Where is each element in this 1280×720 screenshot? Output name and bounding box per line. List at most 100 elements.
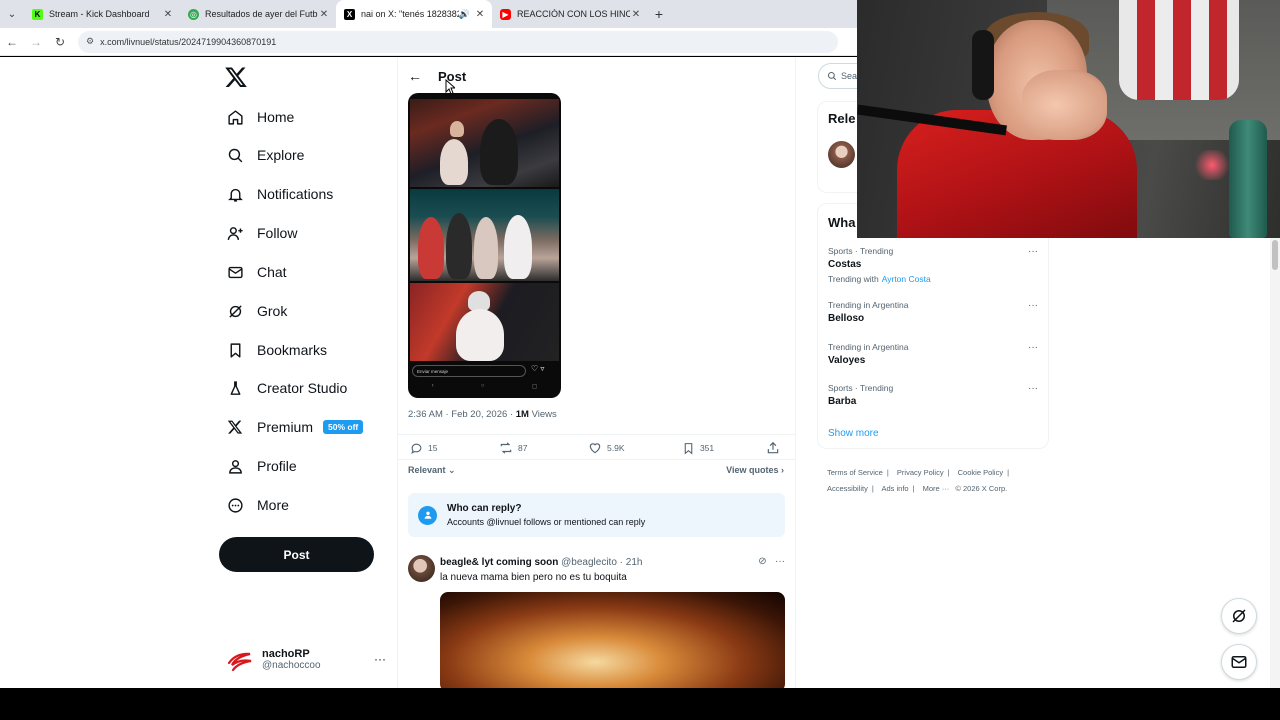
close-icon[interactable]: ✕ bbox=[474, 9, 486, 20]
more-icon[interactable]: ··· bbox=[1028, 383, 1038, 394]
divider bbox=[398, 459, 795, 460]
trend-name: Belloso bbox=[828, 313, 865, 324]
trends-title: Wha bbox=[828, 215, 856, 230]
account-switcher[interactable]: nachoRP @nachoccoo ··· bbox=[226, 641, 386, 677]
avatar[interactable] bbox=[828, 141, 855, 168]
trends-card bbox=[817, 203, 1049, 449]
sidebar-item-profile[interactable]: Profile bbox=[226, 453, 297, 479]
more-icon[interactable]: ··· bbox=[374, 652, 386, 666]
speaker-icon[interactable]: 🔊 bbox=[459, 9, 470, 20]
more-icon[interactable]: ··· bbox=[1028, 300, 1038, 311]
relevant-label: Relevant bbox=[408, 465, 446, 475]
back-icon[interactable]: ← bbox=[0, 35, 24, 49]
forward-icon[interactable]: → bbox=[24, 35, 48, 49]
sidebar-item-label: More bbox=[257, 497, 289, 513]
reply-tools: ⊘ ··· bbox=[758, 556, 785, 567]
tab-x-post[interactable]: X nai on X: "tenés 18283829 🔊 ✕ bbox=[336, 0, 492, 28]
show-more-link[interactable]: Show more bbox=[828, 428, 879, 439]
sidebar-item-creator-studio[interactable]: Creator Studio bbox=[226, 375, 347, 401]
sidebar-item-notifications[interactable]: Notifications bbox=[226, 181, 333, 207]
grok-icon[interactable]: ⊘ bbox=[758, 556, 766, 567]
share-button[interactable] bbox=[766, 441, 785, 455]
grok-float-button[interactable] bbox=[1221, 598, 1257, 634]
close-icon[interactable]: ✕ bbox=[630, 9, 642, 20]
like-button[interactable]: 5.9K bbox=[588, 441, 682, 455]
bookmark-button[interactable]: 351 bbox=[682, 442, 766, 455]
terms-link[interactable]: Terms of Service bbox=[827, 468, 883, 477]
bell-icon bbox=[226, 185, 244, 203]
home-icon bbox=[226, 108, 244, 126]
x-icon: X bbox=[344, 8, 355, 20]
site-info-icon[interactable]: ⚙ bbox=[86, 36, 94, 47]
search-icon bbox=[827, 71, 837, 81]
more-link[interactable]: More ··· bbox=[923, 484, 950, 493]
reply-media-image[interactable] bbox=[440, 592, 785, 688]
url-input[interactable]: ⚙ x.com/livnuel/status/20247199043608701… bbox=[78, 30, 838, 53]
avatar[interactable] bbox=[408, 555, 435, 582]
x-logo-icon[interactable] bbox=[224, 65, 248, 89]
post-media-image[interactable]: Enviar mensaje ♡ ▿ ‹ ○ ▢ bbox=[408, 93, 561, 398]
sidebar-item-label: Premium bbox=[257, 419, 314, 435]
trend-item[interactable]: Trending in Argentina Valoyes ··· bbox=[828, 342, 1038, 366]
repost-count: 87 bbox=[518, 443, 528, 453]
tab-label: REACCIÓN CON LOS HINCHAS bbox=[517, 9, 630, 19]
trend-context: Trending in Argentina bbox=[828, 300, 909, 310]
trend-item[interactable]: Sports · Trending Barba ··· bbox=[828, 383, 1038, 407]
view-quotes-link[interactable]: View quotes › bbox=[726, 465, 784, 476]
url-text: x.com/livnuel/status/2024719904360870191 bbox=[100, 36, 277, 47]
sidebar-item-premium[interactable]: Premium 50% off bbox=[226, 414, 364, 440]
reply-button[interactable]: 15 bbox=[410, 442, 499, 455]
x-icon bbox=[226, 418, 244, 436]
new-tab-icon[interactable]: + bbox=[648, 6, 670, 22]
accessibility-link[interactable]: Accessibility bbox=[827, 484, 868, 493]
back-arrow-icon[interactable]: ← bbox=[400, 68, 430, 84]
trend-with-link[interactable]: Ayrton Costa bbox=[882, 274, 931, 284]
sidebar-item-label: Profile bbox=[257, 458, 297, 474]
close-icon[interactable]: ✕ bbox=[318, 9, 330, 20]
tab-kick-dashboard[interactable]: K Stream - Kick Dashboard ✕ bbox=[24, 0, 180, 28]
sidebar-item-follow[interactable]: Follow bbox=[226, 220, 297, 246]
close-icon[interactable]: ✕ bbox=[162, 9, 174, 20]
trend-context: Trending in Argentina bbox=[828, 342, 909, 352]
more-icon[interactable]: ··· bbox=[1028, 342, 1038, 353]
ads-info-link[interactable]: Ads info bbox=[881, 484, 908, 493]
sidebar-item-chat[interactable]: Chat bbox=[226, 259, 287, 285]
relevant-dropdown[interactable]: Relevant ⌄ bbox=[408, 465, 456, 476]
photo-portrait bbox=[410, 283, 559, 361]
tab-youtube-reaccion[interactable]: ▶ REACCIÓN CON LOS HINCHAS ✕ bbox=[492, 0, 648, 28]
tab-search-chevron-icon[interactable]: ⌄ bbox=[0, 0, 24, 28]
sidebar-item-grok[interactable]: Grok bbox=[226, 298, 287, 324]
privacy-link[interactable]: Privacy Policy bbox=[897, 468, 944, 477]
trend-name: Valoyes bbox=[828, 355, 866, 366]
tab-resultados[interactable]: ◎ Resultados de ayer del Futbol A ✕ bbox=[180, 0, 336, 28]
person-plus-icon bbox=[226, 224, 244, 242]
views-label: Views bbox=[531, 409, 557, 420]
reload-icon[interactable]: ↻ bbox=[48, 35, 72, 49]
scrollbar-thumb[interactable] bbox=[1272, 240, 1278, 270]
hanging-jersey bbox=[1119, 0, 1239, 100]
reply-author-handle: @beaglecito · 21h bbox=[561, 557, 643, 568]
column-divider bbox=[795, 57, 796, 688]
repost-button[interactable]: 87 bbox=[499, 441, 588, 455]
reply-author-name[interactable]: beagle& lyt coming soon bbox=[440, 557, 558, 568]
column-divider bbox=[397, 57, 398, 688]
sidebar-item-bookmarks[interactable]: Bookmarks bbox=[226, 337, 327, 363]
more-icon[interactable]: ··· bbox=[1028, 246, 1038, 257]
messages-float-button[interactable] bbox=[1221, 644, 1257, 680]
post-action-bar: 15 87 5.9K 351 bbox=[410, 441, 785, 455]
sidebar-item-more[interactable]: More bbox=[226, 492, 289, 518]
post-button[interactable]: Post bbox=[219, 537, 374, 572]
cookie-link[interactable]: Cookie Policy bbox=[958, 468, 1003, 477]
tab-label: Resultados de ayer del Futbol A bbox=[205, 9, 318, 19]
post-timestamp: 2:36 AM · Feb 20, 2026 · bbox=[408, 409, 514, 420]
grok-icon bbox=[226, 302, 244, 320]
more-icon[interactable]: ··· bbox=[775, 556, 785, 567]
trend-item[interactable]: Trending in Argentina Belloso ··· bbox=[828, 300, 1038, 324]
sidebar-item-explore[interactable]: Explore bbox=[226, 142, 304, 168]
copyright: © 2026 X Corp. bbox=[955, 484, 1008, 493]
trend-item[interactable]: Sports · Trending Costas Trending with Ay… bbox=[828, 246, 1038, 284]
divider bbox=[398, 434, 795, 435]
tab-label: nai on X: "tenés 18283829 bbox=[361, 9, 459, 19]
trend-with-label: Trending with bbox=[828, 274, 879, 284]
sidebar-item-home[interactable]: Home bbox=[226, 104, 294, 130]
